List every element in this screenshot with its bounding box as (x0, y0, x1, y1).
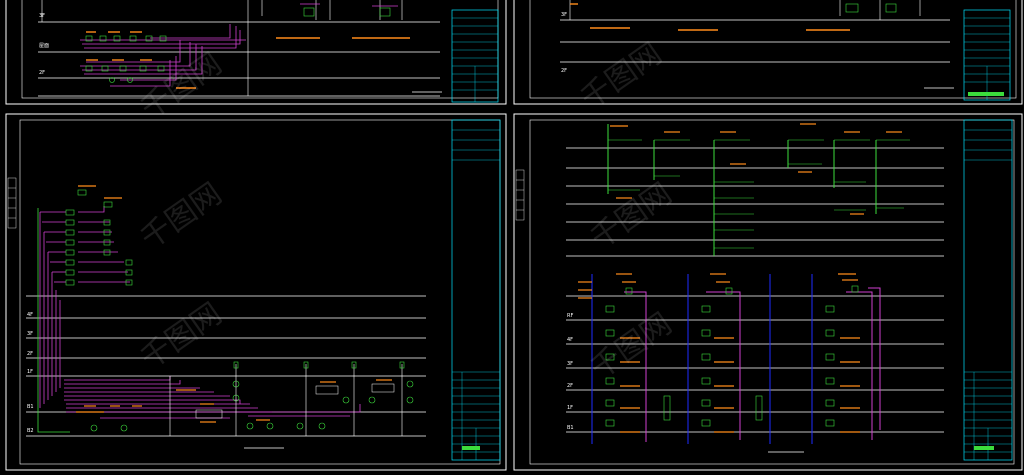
floor-label: RF (567, 313, 573, 319)
floor-label: 3F (561, 12, 567, 18)
floor-label: 2F (567, 383, 573, 389)
floor-label: 4F (567, 337, 573, 343)
floor-label: 2F (27, 351, 33, 357)
floor-label: 1F (567, 405, 573, 411)
stamp-bar (974, 446, 994, 450)
floor-label: 屋面 (39, 43, 49, 49)
floor-label: B1 (27, 404, 34, 410)
floor-label: B1 (567, 425, 574, 431)
stamp-bar (968, 92, 1004, 96)
floor-label: 2F (561, 68, 567, 74)
floor-label: B2 (27, 428, 34, 434)
floor-label: 2F (39, 70, 45, 76)
floor-label: 3F (567, 361, 573, 367)
floor-label: 4F (27, 312, 33, 318)
floor-label: 3F (27, 331, 33, 337)
floor-label: 1F (27, 369, 33, 375)
cad-drawing-canvas: 3F 屋面 2F 3F 2F 4F 3F 2F 1F B1 B2 RF 4F 3… (0, 0, 1024, 475)
stamp-bar (462, 446, 480, 450)
